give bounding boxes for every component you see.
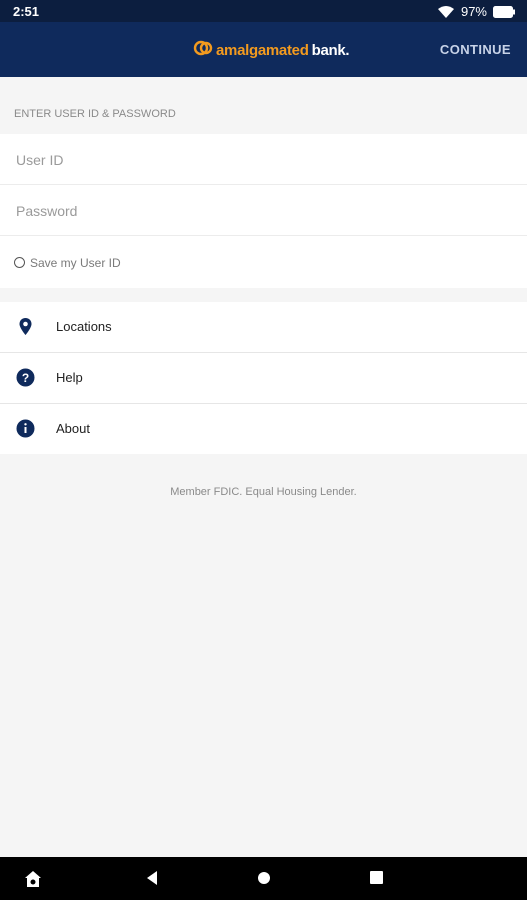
home-assistant-icon[interactable] <box>24 870 42 893</box>
back-icon[interactable] <box>145 870 159 891</box>
user-id-input[interactable] <box>14 134 498 186</box>
status-time: 2:51 <box>13 4 40 19</box>
continue-button[interactable]: CONTINUE <box>440 42 511 57</box>
bank-logo: amalgamated bank. <box>193 38 350 63</box>
save-user-id-label: Save my User ID <box>30 256 121 270</box>
menu-item-label: Locations <box>56 319 112 334</box>
login-section-label: ENTER USER ID & PASSWORD <box>14 108 176 120</box>
save-user-id-radio[interactable] <box>14 257 25 268</box>
app-header: amalgamated bank. CONTINUE <box>0 22 527 77</box>
user-id-row <box>0 134 527 186</box>
help-icon: ? <box>16 368 35 387</box>
fdic-disclaimer: Member FDIC. Equal Housing Lender. <box>170 486 357 498</box>
logo-mark-icon <box>193 38 213 63</box>
location-pin-icon <box>16 317 35 336</box>
save-user-id-row[interactable]: Save my User ID <box>0 236 527 288</box>
menu-item-help[interactable]: ? Help <box>0 353 527 404</box>
logo-text-primary: amalgamated <box>216 42 309 59</box>
menu-item-label: About <box>56 421 90 436</box>
recents-icon[interactable] <box>370 871 383 889</box>
home-icon[interactable] <box>257 871 271 890</box>
menu-item-about[interactable]: About <box>0 404 527 454</box>
login-form: Save my User ID <box>0 134 527 288</box>
battery-level: 97% <box>460 4 487 19</box>
status-icons: 97% <box>437 4 515 19</box>
logo-text-secondary: bank. <box>311 42 350 59</box>
menu-item-locations[interactable]: Locations <box>0 302 527 353</box>
battery-icon <box>493 5 515 18</box>
menu-item-label: Help <box>56 370 83 385</box>
svg-text:?: ? <box>22 371 29 385</box>
info-icon <box>16 419 35 438</box>
password-input[interactable] <box>14 185 498 237</box>
wifi-icon <box>437 5 455 19</box>
menu-list: Locations ? Help About <box>0 302 527 454</box>
system-nav-bar <box>0 857 527 900</box>
status-bar: 2:51 97% <box>0 0 527 22</box>
password-row <box>0 185 527 237</box>
